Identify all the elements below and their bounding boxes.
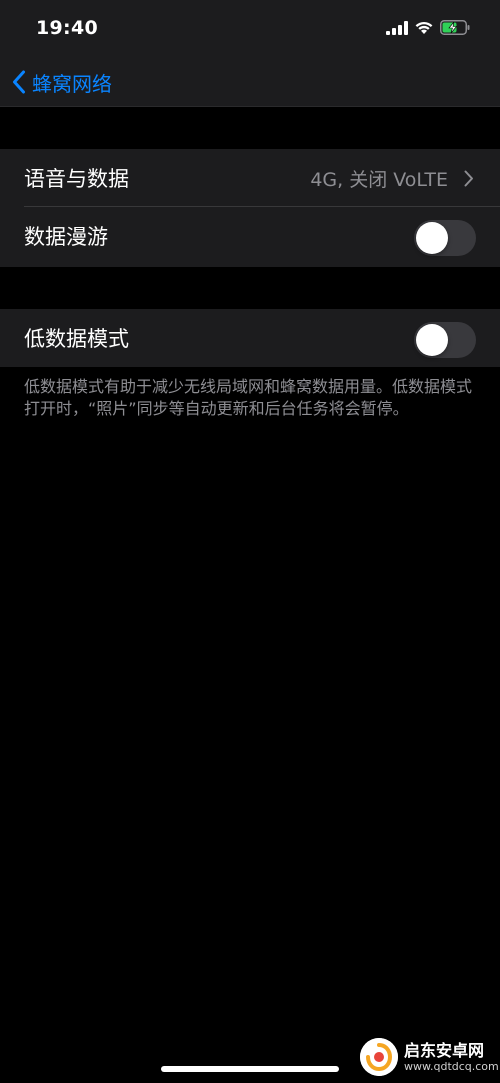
battery-charging-icon	[440, 20, 470, 35]
data-roaming-label: 数据漫游	[24, 225, 108, 249]
navigation-bar: 蜂窝网络	[0, 58, 500, 107]
toggle-knob	[416, 324, 448, 356]
watermark-text: 启东安卓网 www.qdtdcq.com	[404, 1041, 499, 1074]
watermark: 启东安卓网 www.qdtdcq.com	[360, 1034, 499, 1080]
data-roaming-row: 数据漫游	[0, 207, 500, 265]
voice-data-value: 4G, 关闭 VoLTE	[310, 168, 448, 191]
cellular-signal-icon	[386, 20, 408, 35]
watermark-url: www.qdtdcq.com	[404, 1059, 499, 1073]
watermark-logo-icon	[360, 1038, 398, 1076]
status-time: 19:40	[36, 17, 98, 39]
watermark-title: 启东安卓网	[404, 1040, 485, 1060]
back-button[interactable]: 蜂窝网络	[12, 64, 112, 100]
low-data-mode-label: 低数据模式	[24, 327, 129, 351]
voice-data-row[interactable]: 语音与数据 4G, 关闭 VoLTE	[0, 149, 500, 207]
chevron-right-icon	[464, 170, 473, 187]
chevron-left-icon	[13, 70, 25, 94]
low-data-mode-description: 低数据模式有助于减少无线局域网和蜂窝数据用量。低数据模式打开时，“照片”同步等自…	[24, 377, 473, 418]
voice-data-label: 语音与数据	[24, 167, 129, 191]
settings-group-low-data: 低数据模式	[0, 309, 500, 367]
low-data-mode-toggle[interactable]	[414, 322, 476, 358]
low-data-mode-row: 低数据模式	[0, 309, 500, 367]
settings-group-cellular: 语音与数据 4G, 关闭 VoLTE 数据漫游	[0, 149, 500, 267]
home-indicator[interactable]	[161, 1066, 339, 1072]
back-label: 蜂窝网络	[32, 71, 112, 96]
wifi-icon	[415, 21, 433, 34]
toggle-knob	[416, 222, 448, 254]
status-icons	[386, 20, 470, 35]
data-roaming-toggle[interactable]	[414, 220, 476, 256]
status-bar: 19:40	[0, 0, 500, 58]
